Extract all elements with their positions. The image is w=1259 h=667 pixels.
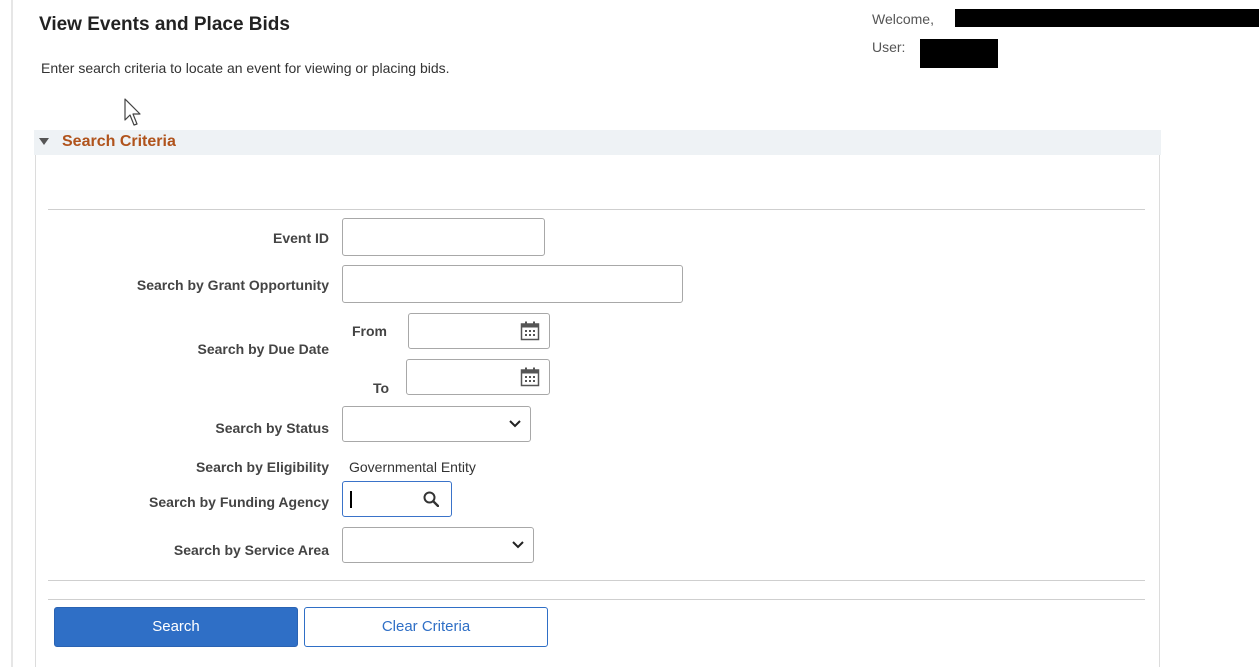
status-select[interactable]	[342, 406, 531, 442]
status-label: Search by Status	[215, 420, 329, 436]
search-button[interactable]: Search	[54, 607, 298, 647]
page-title: View Events and Place Bids	[39, 14, 290, 35]
grant-opportunity-label: Search by Grant Opportunity	[136, 277, 329, 293]
clear-criteria-button[interactable]: Clear Criteria	[304, 607, 548, 647]
redacted-user-name	[955, 9, 1259, 27]
page-instructions: Enter search criteria to locate an event…	[41, 60, 450, 76]
user-label: User:	[872, 39, 906, 55]
due-date-to-input[interactable]	[406, 359, 550, 395]
due-date-to-label: To	[373, 380, 390, 396]
funding-agency-input[interactable]	[342, 481, 452, 517]
chevron-down-icon[interactable]	[512, 541, 524, 549]
search-icon[interactable]	[423, 491, 439, 507]
due-date-from-input[interactable]	[408, 313, 550, 349]
funding-agency-label: Search by Funding Agency	[149, 494, 329, 510]
service-area-select[interactable]	[342, 527, 534, 563]
due-date-label: Search by Due Date	[197, 341, 330, 357]
chevron-down-icon[interactable]	[509, 420, 521, 428]
search-criteria-section-header[interactable]: Search Criteria	[34, 130, 1161, 155]
eligibility-label: Search by Eligibility	[195, 459, 329, 475]
event-id-input[interactable]	[342, 218, 545, 256]
text-caret	[350, 491, 352, 508]
due-date-from-label: From	[352, 323, 387, 339]
triangle-down-icon[interactable]	[39, 138, 49, 145]
divider-bottom-2	[48, 599, 1145, 600]
search-criteria-panel	[35, 155, 1160, 667]
redacted-user-id	[920, 39, 998, 68]
service-area-label: Search by Service Area	[173, 542, 329, 558]
event-id-label: Event ID	[272, 230, 329, 246]
grant-opportunity-input[interactable]	[342, 265, 683, 303]
divider-bottom-1	[48, 580, 1145, 581]
calendar-icon[interactable]	[520, 321, 540, 341]
eligibility-value: Governmental Entity	[349, 459, 476, 475]
mouse-cursor-icon	[124, 98, 141, 126]
divider-top	[48, 209, 1145, 210]
section-title[interactable]: Search Criteria	[62, 133, 176, 151]
left-border	[11, 0, 13, 667]
welcome-label: Welcome,	[872, 11, 934, 27]
calendar-icon[interactable]	[520, 367, 540, 387]
